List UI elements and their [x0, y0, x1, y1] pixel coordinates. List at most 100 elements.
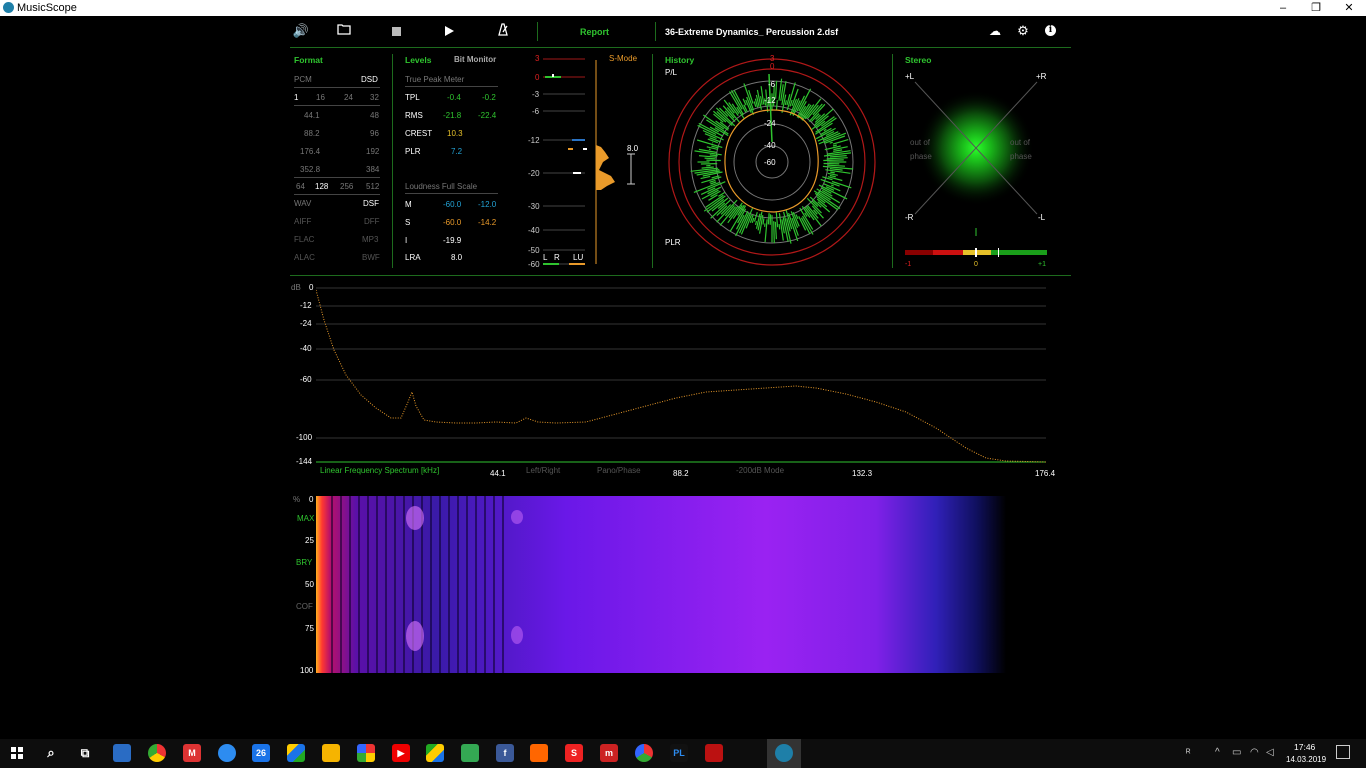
meter-scale-m40: -40 — [528, 226, 540, 235]
title-bar: MusicScope – ❐ ✕ — [0, 0, 1366, 16]
clock-date[interactable]: 14.03.2019 — [1286, 755, 1326, 764]
explorer-app-icon[interactable] — [113, 744, 131, 762]
rms-left: -21.8 — [443, 111, 462, 120]
history-spike — [823, 159, 844, 162]
facebook-icon[interactable]: f — [496, 744, 514, 762]
history-spike — [775, 100, 778, 110]
history-spike — [827, 172, 838, 176]
loudness-title: Loudness Full Scale — [405, 182, 478, 191]
info-icon[interactable]: i — [1045, 25, 1056, 36]
meter-lu: LU — [573, 253, 584, 262]
sg-y-100: 100 — [300, 666, 314, 675]
sg-y-cof: COF — [296, 602, 313, 611]
resolve-icon[interactable] — [635, 744, 653, 762]
stop-icon[interactable] — [392, 27, 401, 36]
rate-192: 192 — [366, 147, 380, 156]
start-icon[interactable] — [11, 747, 23, 759]
rate-352: 352.8 — [300, 165, 321, 174]
history-spike — [701, 166, 714, 169]
lra-value: 8.0 — [451, 253, 463, 262]
keep-icon[interactable] — [322, 744, 340, 762]
history-spike — [730, 90, 743, 110]
rms-right: -22.4 — [478, 111, 497, 120]
format-header: Format — [294, 55, 323, 65]
levels-header: Levels — [405, 55, 432, 65]
history-spike — [830, 184, 834, 187]
m-b: -12.0 — [478, 200, 497, 209]
ring-0: 0 — [770, 62, 775, 71]
app-red-icon[interactable] — [705, 744, 723, 762]
restore-button[interactable]: ❐ — [1301, 0, 1331, 16]
notification-icon[interactable] — [1336, 745, 1350, 759]
drive2-icon[interactable] — [426, 744, 444, 762]
drive-icon[interactable] — [287, 744, 305, 762]
meter-scale-m30: -30 — [528, 202, 540, 211]
mode-200db[interactable]: -200dB Mode — [736, 466, 784, 475]
chat-icon[interactable] — [218, 744, 236, 762]
mode-left-right[interactable]: Left/Right — [526, 466, 560, 475]
speaker-icon[interactable]: ◁ — [1266, 747, 1274, 758]
sg-y-bry: BRY — [296, 558, 313, 567]
history-spike — [774, 221, 777, 240]
bit-monitor-tab[interactable]: Bit Monitor — [454, 55, 496, 64]
battery-icon[interactable]: ▭ — [1232, 747, 1241, 758]
spec-x-88: 88.2 — [673, 469, 689, 478]
people-icon[interactable]: ᴿ — [1186, 748, 1191, 759]
app-m-icon[interactable]: m — [600, 744, 618, 762]
gmail-icon[interactable]: M — [183, 744, 201, 762]
history-spike — [825, 169, 851, 174]
history-spike — [742, 98, 747, 106]
wifi-icon[interactable]: ◠ — [1250, 747, 1259, 758]
mode-pano-phase[interactable]: Pano/Phase — [597, 466, 641, 475]
history-spike — [754, 220, 758, 226]
clock-time[interactable]: 17:46 — [1294, 742, 1315, 752]
app-orange-icon[interactable] — [530, 744, 548, 762]
history-spike — [753, 212, 758, 222]
meter-scale-m12: -12 — [528, 136, 540, 145]
report-button[interactable]: Report — [580, 27, 609, 37]
play-icon[interactable] — [445, 26, 454, 36]
file-name: 36-Extreme Dynamics_ Percussion 2.dsf — [665, 27, 839, 37]
metronome-icon[interactable] — [494, 23, 512, 39]
photos-icon[interactable] — [357, 744, 375, 762]
task-view-icon[interactable]: ⧉ — [76, 744, 94, 762]
youtube-icon[interactable]: ▶ — [392, 744, 410, 762]
chrome-icon[interactable] — [148, 744, 166, 762]
folder-icon[interactable] — [335, 23, 353, 39]
musicscope-task[interactable] — [767, 739, 801, 768]
history-spike — [760, 96, 763, 106]
app-s-icon[interactable]: S — [565, 744, 583, 762]
history-spike — [828, 164, 846, 167]
gear-icon[interactable]: ⚙ — [1014, 23, 1032, 39]
crest-value: 10.3 — [447, 129, 463, 138]
balance-zero: 0 — [974, 261, 978, 268]
spec-y-24: -24 — [300, 319, 312, 328]
tray-up-icon[interactable]: ^ — [1215, 747, 1220, 758]
spec-y-0: 0 — [309, 283, 314, 292]
i-label: I — [405, 236, 408, 245]
history-spike — [751, 217, 755, 223]
smode-label[interactable]: S-Mode — [609, 54, 637, 63]
pcm-label[interactable]: PCM — [294, 75, 312, 84]
minimize-button[interactable]: – — [1268, 0, 1298, 16]
ring-m12: -12 — [764, 96, 776, 105]
pl-app-icon[interactable]: PL — [670, 744, 688, 762]
volume-icon[interactable]: 🔊 — [292, 23, 310, 39]
stereo-minus-r: -R — [905, 213, 914, 222]
close-button[interactable]: ✕ — [1334, 0, 1364, 16]
cloud-icon[interactable]: ☁ — [986, 23, 1004, 39]
spec-x-44: 44.1 — [490, 469, 506, 478]
maps-icon[interactable] — [461, 744, 479, 762]
history-spike — [829, 174, 836, 178]
s-a: -60.0 — [443, 218, 462, 227]
search-icon[interactable]: ⌕ — [42, 744, 60, 762]
calendar-icon[interactable]: 26 — [252, 744, 270, 762]
dsd-label[interactable]: DSD — [361, 75, 378, 84]
history-spike — [829, 141, 833, 144]
spec-x-132: 132.3 — [852, 469, 873, 478]
level-meter — [543, 58, 635, 265]
sg-y-0: 0 — [309, 495, 314, 504]
spectrum-title: Linear Frequency Spectrum [kHz] — [320, 466, 440, 475]
s-b: -14.2 — [478, 218, 497, 227]
meter-scale-m6: -6 — [532, 107, 540, 116]
